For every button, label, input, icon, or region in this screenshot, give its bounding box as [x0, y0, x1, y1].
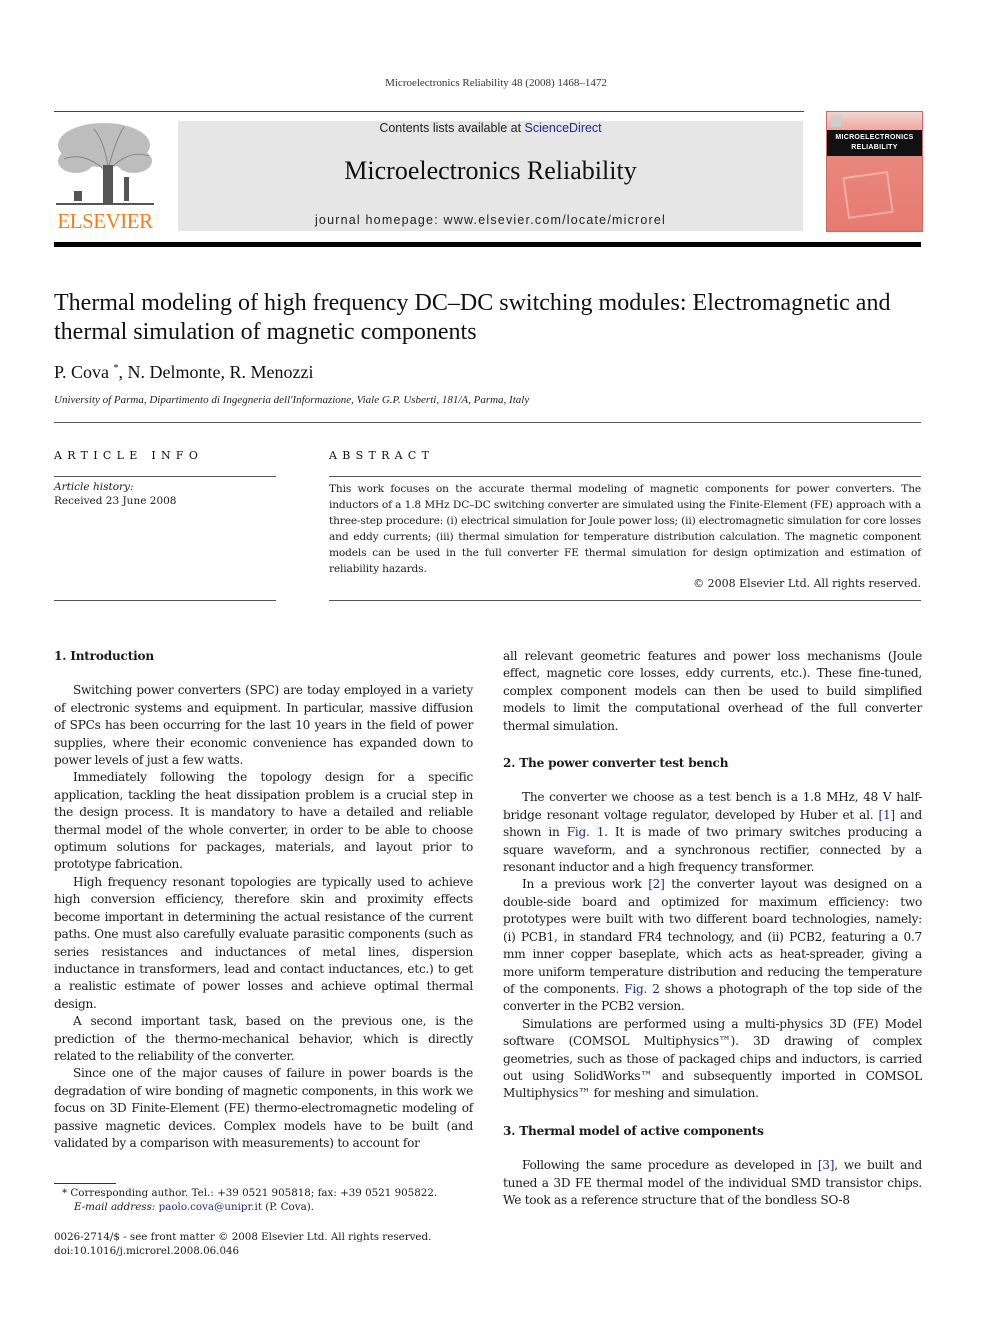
paragraph: Since one of the major causes of failure… — [54, 1066, 473, 1150]
section-heading-test-bench: 2. The power converter test bench — [503, 756, 729, 771]
email-footnote: E-mail address: paolo.cova@unipr.it (P. … — [74, 1201, 314, 1213]
abstract-text: This work focuses on the accurate therma… — [329, 483, 921, 575]
section-heading-introduction: 1. Introduction — [54, 649, 154, 663]
text: the converter layout was designed on a d… — [503, 877, 922, 996]
paragraph: Immediately following the topology desig… — [54, 770, 473, 872]
header-thick-rule — [54, 242, 921, 247]
paragraph: A second important task, based on the pr… — [54, 1014, 473, 1063]
figure-link[interactable]: Fig. 2 — [624, 982, 660, 996]
paragraph: The converter we choose as a test bench … — [503, 789, 922, 876]
citation-link[interactable]: [2] — [648, 877, 665, 891]
text: Following the same procedure as develope… — [522, 1158, 818, 1173]
journal-cover-image: MICROELECTRONICS RELIABILITY — [826, 111, 923, 232]
footnote-rule — [54, 1183, 116, 1184]
article-info-rule-top — [54, 476, 276, 477]
abstract-heading: ABSTRACT — [329, 449, 435, 462]
article-info-rule-bottom — [54, 600, 276, 601]
running-head: Microelectronics Reliability 48 (2008) 1… — [385, 77, 607, 89]
article-title: Thermal modeling of high frequency DC–DC… — [54, 290, 891, 345]
affiliation-rule — [54, 422, 921, 423]
cover-title-line1: MICROELECTRONICS — [835, 134, 914, 141]
contents-line: Contents lists available at ScienceDirec… — [178, 121, 803, 135]
corresponding-author-footnote: * Corresponding author. Tel.: +39 0521 9… — [62, 1187, 438, 1199]
cover-publisher-icon — [831, 115, 841, 127]
elsevier-wordmark: ELSEVIER — [57, 209, 153, 233]
email-link[interactable]: paolo.cova@unipr.it — [159, 1201, 262, 1213]
author-list: P. Cova *, N. Delmonte, R. Menozzi — [54, 362, 313, 383]
paragraph-continued: all relevant geometric features and powe… — [503, 649, 922, 733]
issn-line: 0026-2714/$ - see front matter © 2008 El… — [54, 1231, 432, 1243]
journal-name: Microelectronics Reliability — [344, 156, 637, 185]
text: The converter we choose as a test bench … — [503, 790, 922, 822]
top-rule — [54, 111, 804, 112]
body-column-right: all relevant geometric features and powe… — [503, 648, 922, 1209]
abstract-rule-top — [329, 476, 921, 477]
doi-line[interactable]: doi:10.1016/j.microrel.2008.06.046 — [54, 1245, 239, 1257]
paragraph: Simulations are performed using a multi-… — [503, 1016, 922, 1101]
author-rest: , N. Delmonte, R. Menozzi — [118, 362, 314, 382]
received-date: Received 23 June 2008 — [54, 495, 177, 507]
citation-link[interactable]: [1] — [878, 808, 895, 822]
author-main: P. Cova — [54, 362, 110, 382]
email-suffix: (P. Cova). — [262, 1201, 315, 1213]
paragraph: Switching power converters (SPC) are tod… — [54, 683, 473, 768]
text: In a previous work — [522, 877, 649, 892]
section-heading-active-components: 3. Thermal model of active components — [503, 1123, 764, 1138]
email-label: E-mail address: — [74, 1201, 159, 1213]
paragraph: High frequency resonant topologies are t… — [54, 874, 473, 1011]
paragraph: In a previous work [2] the converter lay… — [503, 876, 922, 1015]
contents-prefix: Contents lists available at — [379, 121, 525, 135]
article-info-heading: ARTICLE INFO — [54, 449, 204, 462]
sciencedirect-link[interactable]: ScienceDirect — [525, 121, 602, 135]
citation-link[interactable]: [3] — [818, 1158, 835, 1172]
cover-chip-icon — [842, 171, 894, 219]
figure-link[interactable]: Fig. 1 — [567, 825, 605, 839]
body-column-left: 1. Introduction Switching power converte… — [54, 648, 473, 1152]
cover-title-line2: RELIABILITY — [851, 144, 898, 151]
affiliation: University of Parma, Dipartimento di Ing… — [54, 394, 530, 406]
article-history-label: Article history: — [54, 481, 134, 493]
abstract-rule-bottom — [329, 600, 921, 601]
abstract-copyright: © 2008 Elsevier Ltd. All rights reserved… — [693, 577, 921, 590]
journal-homepage[interactable]: journal homepage: www.elsevier.com/locat… — [178, 213, 803, 227]
paragraph: Following the same procedure as develope… — [503, 1157, 922, 1209]
